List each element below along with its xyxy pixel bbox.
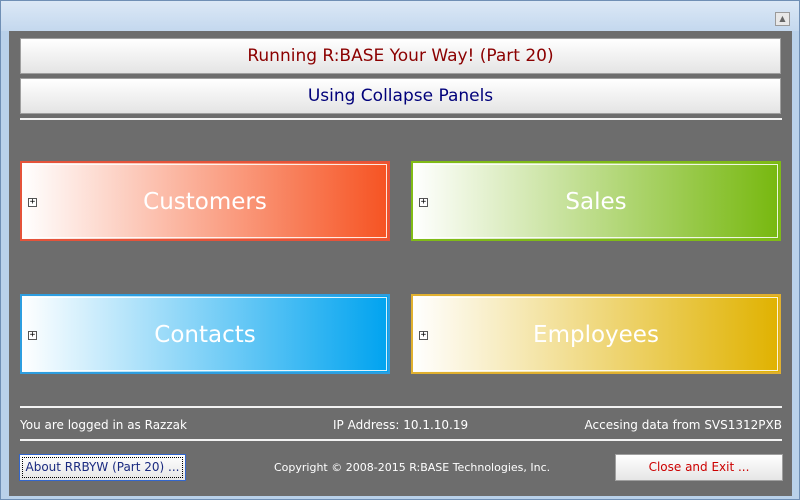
form-client-area: Running R:BASE Your Way! (Part 20) Using… [9, 31, 792, 496]
divider-status-bottom [20, 439, 782, 441]
copyright-text: Copyright © 2008-2015 R:BASE Technologie… [274, 461, 551, 474]
customers-collapse-panel[interactable]: + Customers [20, 161, 390, 241]
title-bar: ▲ [1, 1, 799, 31]
sales-collapse-panel[interactable]: + Sales [411, 161, 781, 241]
customers-panel-title: Customers [143, 189, 267, 215]
employees-panel-title: Employees [533, 322, 659, 348]
ip-address-status: IP Address: 10.1.10.19 [333, 418, 469, 432]
about-button[interactable]: About RRBYW (Part 20) ... [19, 454, 186, 481]
divider-top [20, 118, 782, 120]
contacts-collapse-panel[interactable]: + Contacts [20, 294, 390, 374]
page-title-button[interactable]: Running R:BASE Your Way! (Part 20) [20, 38, 781, 74]
sales-panel-title: Sales [565, 189, 627, 215]
divider-status-top [20, 406, 782, 408]
employees-collapse-panel[interactable]: + Employees [411, 294, 781, 374]
close-and-exit-button[interactable]: Close and Exit ... [615, 454, 783, 481]
maximize-icon[interactable]: ▲ [775, 12, 790, 26]
app-window: ▲ Running R:BASE Your Way! (Part 20) Usi… [0, 0, 800, 500]
data-source-status: Accesing data from SVS1312PXB [584, 418, 782, 432]
contacts-panel-title: Contacts [154, 322, 256, 348]
page-subtitle-button[interactable]: Using Collapse Panels [20, 78, 781, 114]
login-status: You are logged in as Razzak [20, 418, 187, 432]
